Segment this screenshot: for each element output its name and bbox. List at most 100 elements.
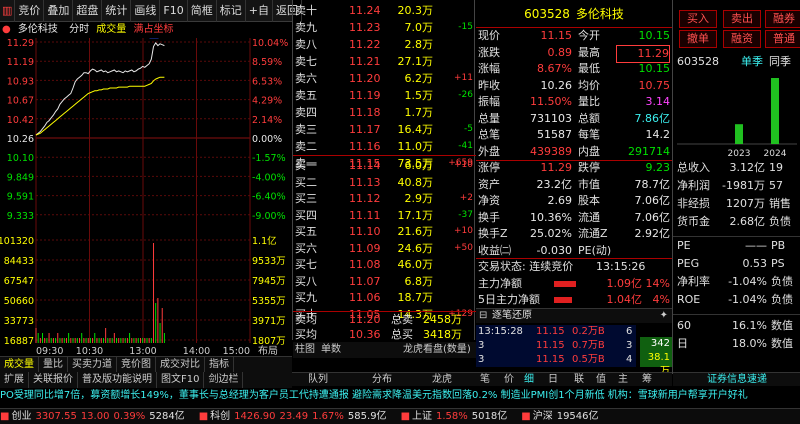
level-volume: 16.4万 [397, 123, 434, 136]
detail-tab[interactable]: 龙虎 [432, 373, 452, 387]
level-label: 卖九 [295, 21, 317, 34]
extension-tab[interactable]: 图文F10 [157, 372, 205, 388]
sell-level[interactable]: 卖七 11.21 27.1万 [293, 53, 476, 70]
level-label: 买五 [295, 225, 317, 238]
toolbar-button[interactable]: 统计 [102, 0, 132, 22]
pct-axis-label: 8.59% [252, 57, 282, 68]
detail-tab[interactable]: 笔 [480, 373, 490, 387]
level-label: 买一 [295, 159, 317, 172]
indicator-tab[interactable]: 买卖力道 [68, 357, 117, 372]
orderbook-tab[interactable]: 柱图 [295, 342, 315, 358]
level-price: 11.20 [349, 72, 381, 85]
menu-icon[interactable]: ▥ [0, 0, 16, 22]
tab-timeshare[interactable]: 分时 [69, 24, 89, 35]
orderbook-tab[interactable]: 龙虎看盘(数量) [403, 342, 471, 358]
detail-tabs: 队列 分布 龙虎 笔价细日 联值主筹 [292, 372, 672, 386]
info-feed-button[interactable]: 证券信息速递 [673, 372, 800, 386]
detail-tab[interactable]: 主 [618, 373, 628, 387]
indicator-tab[interactable]: 成交对比 [156, 357, 205, 372]
buy-level[interactable]: 买一 11.14 6.0万 +10 [293, 157, 476, 174]
toolbar-button[interactable]: 标记 [217, 0, 246, 22]
sell-level[interactable]: 卖二 11.16 11.0万 -41 [293, 138, 476, 155]
valuation-row: PE —— PB [677, 239, 786, 252]
toolbar-button[interactable]: 简框 [188, 0, 217, 22]
price-axis-label: 16887 [4, 336, 34, 347]
toolbar-button[interactable]: 画线 [131, 0, 161, 22]
extension-tab[interactable]: 普及版功能说明 [78, 372, 157, 388]
detail-tab[interactable]: 细 [524, 373, 534, 387]
detail-tab[interactable]: 联 [574, 373, 584, 387]
news-ticker[interactable]: PO受理同比增7倍，募资额增长149%，董事长与总经理为客户员工代持遭通报 避险… [0, 388, 800, 404]
index-item[interactable]: ■ 上证 1.58% 5018亿 [401, 409, 512, 424]
sell-level[interactable]: 卖四 11.18 1.7万 [293, 104, 476, 121]
indicator-tabs: 成交量 量比 买卖力道 竞价图 成交对比 指标 [0, 356, 292, 372]
pct-axis-label: 0.00% [252, 134, 282, 145]
buy-level[interactable]: 买八 11.07 6.8万 [293, 273, 476, 290]
extension-tab[interactable]: 关联报价 [29, 372, 78, 388]
extension-tab[interactable]: 扩展 [0, 372, 29, 388]
buy-level[interactable]: 买三 11.12 2.9万 +2 [293, 190, 476, 207]
toolbar-button[interactable]: F10 [160, 0, 188, 22]
buy-level[interactable]: 买五 11.10 21.6万 +10 [293, 223, 476, 240]
trade-button[interactable]: 卖出 [723, 10, 761, 28]
buy-level[interactable]: 买二 11.13 40.8万 [293, 174, 476, 191]
trade-button[interactable]: 撤单 [679, 30, 717, 48]
extension-tab[interactable]: 剑边栏 [204, 372, 244, 388]
buy-level[interactable]: 买九 11.06 18.7万 [293, 289, 476, 306]
level-price: 11.21 [349, 55, 381, 68]
detail-tab[interactable]: 价 [504, 373, 514, 387]
tab-same-quarter[interactable]: 同季 [769, 54, 791, 70]
stock-name: 多伦科技 [17, 24, 58, 35]
trade-button[interactable]: 普通 [765, 30, 800, 48]
buy-level[interactable]: 买七 11.08 46.0万 [293, 256, 476, 273]
toolbar-button[interactable]: +自 [246, 0, 273, 22]
expand-icon[interactable]: ⊟ [479, 309, 487, 323]
layout-label: 布局 [258, 345, 278, 356]
sell-level[interactable]: 卖五 11.19 1.5万 -26 [293, 87, 476, 104]
tick-box[interactable]: ⊟ 逐笔还原 ✦ 13:15:28 11.15 0.2万B 6 3 11.15 0.7万B 3 3 11… [476, 308, 672, 377]
toolbar-button[interactable]: 叠加 [44, 0, 74, 22]
detail-tab[interactable]: 日 [548, 373, 558, 387]
indicator-tab[interactable]: 指标 [205, 357, 234, 372]
toolbar-button[interactable]: 竞价 [15, 0, 45, 22]
index-item[interactable]: ■ 科创 1426.90 23.49 1.67% 585.9亿 [199, 409, 391, 424]
level-label: 买八 [295, 274, 317, 288]
detail-tab[interactable]: 分布 [372, 373, 392, 387]
tab-volume[interactable]: 成交量 [96, 24, 126, 35]
limit-coordinate[interactable]: 满占坐标 [133, 24, 173, 35]
level-volume: 21.6万 [397, 225, 434, 238]
tab-quarter[interactable]: 单季 [741, 54, 763, 70]
index-item[interactable]: ■ 创业 3307.55 13.00 0.39% 5284亿 [0, 409, 189, 424]
timeshare-chart[interactable]: 11.29 11.19 10.93 10.67 10.42 10.26 10.10 9.849… [0, 38, 292, 356]
orderbook-tab[interactable]: 单数 [321, 342, 341, 358]
sell-level[interactable]: 卖九 11.23 7.0万 -15 [293, 19, 476, 36]
buy-level[interactable]: 买六 11.09 24.6万 +50 [293, 240, 476, 257]
trade-button[interactable]: 买入 [679, 10, 717, 28]
indicator-tab[interactable]: 量比 [39, 357, 68, 372]
extension-tabs: 扩展 关联报价 普及版功能说明 图文F10 剑边栏 [0, 372, 292, 388]
quote-row: 现价 11.15 今开 10.15 [478, 29, 670, 42]
sell-level[interactable]: 卖六 11.20 6.2万 +11 [293, 70, 476, 87]
detail-tab[interactable]: 值 [596, 373, 606, 387]
quote-row: 涨幅 8.67% 最低 10.15 [478, 62, 670, 75]
toolbar-button[interactable]: 超盘 [73, 0, 103, 22]
sell-level[interactable]: 卖八 11.22 2.8万 [293, 36, 476, 53]
indicator-tab[interactable]: 竞价图 [117, 357, 156, 372]
sell-level[interactable]: 卖三 11.17 16.4万 -5 [293, 121, 476, 138]
detail-tab[interactable]: 队列 [308, 373, 328, 387]
trade-button[interactable]: 融券 [765, 10, 800, 28]
pin-icon[interactable]: ✦ [660, 309, 668, 323]
indicator-tab[interactable]: 成交量 [0, 357, 39, 372]
news-text[interactable]: PO受理同比增7倍，募资额增长149%，董事长与总经理为客户员工代持遭通报 避险… [0, 390, 748, 401]
trade-button[interactable]: 融资 [723, 30, 761, 48]
detail-tab[interactable]: 筹 [642, 373, 652, 387]
index-bar: ■ 创业 3307.55 13.00 0.39% 5284亿 ■ 科创 1426.90 23.49… [0, 408, 800, 424]
level-volume: 27.1万 [397, 55, 434, 68]
revenue-bars: 2023 2024 [677, 78, 797, 159]
fin-row: 净利润 -1981万 57 [677, 179, 783, 192]
sell-level[interactable]: 卖十 11.24 20.3万 [293, 2, 476, 19]
buy-level[interactable]: 买四 11.11 17.1万 -37 [293, 207, 476, 224]
level-volume: 2.9万 [404, 192, 434, 205]
index-item[interactable]: ■ 沪深 19546亿 [521, 409, 602, 424]
level-price: 11.13 [349, 175, 381, 189]
